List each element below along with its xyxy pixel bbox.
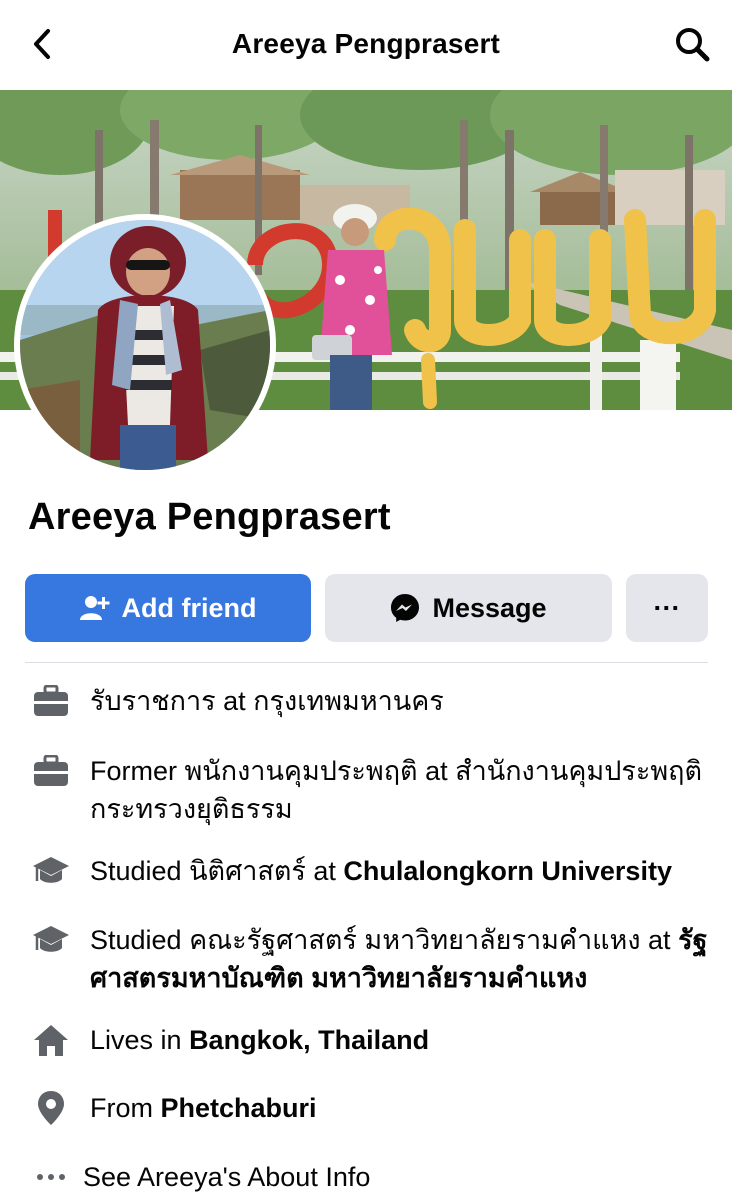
ellipsis-icon <box>32 1158 70 1196</box>
intro-work-place[interactable]: กรุงเทพมหานคร <box>253 686 444 716</box>
divider <box>25 662 708 663</box>
intro-work-prefix: Former พนักงานคุมประพฤติ at <box>90 756 456 786</box>
intro-from-prefix: From <box>90 1093 161 1123</box>
graduation-cap-icon <box>32 852 70 890</box>
intro-work-prefix: รับราชการ at <box>90 686 254 716</box>
message-label: Message <box>432 592 547 623</box>
top-bar: Areeya Pengprasert <box>0 0 732 90</box>
see-about-info-label: See Areeya's About Info <box>83 1162 371 1192</box>
more-options-button[interactable]: ··· <box>626 574 708 642</box>
search-icon <box>674 26 710 67</box>
profile-name: Areeya Pengprasert <box>28 496 391 538</box>
intro-education-prefix: Studied คณะรัฐศาสตร์ มหาวิทยาลัยรามคำแหง… <box>90 925 679 955</box>
profile-actions: Add friend Message ··· <box>25 574 708 642</box>
more-options-label: ··· <box>653 592 681 623</box>
intro-from-place[interactable]: Phetchaburi <box>161 1093 317 1123</box>
add-friend-button[interactable]: Add friend <box>25 574 311 642</box>
search-button[interactable] <box>670 24 714 68</box>
add-friend-label: Add friend <box>121 592 257 623</box>
location-pin-icon <box>32 1089 70 1127</box>
page-title: Areeya Pengprasert <box>231 28 501 59</box>
profile-picture[interactable] <box>14 214 276 476</box>
intro-lives-prefix: Lives in <box>90 1025 190 1055</box>
message-button[interactable]: Message <box>325 574 612 642</box>
add-person-icon <box>79 594 110 622</box>
intro-education-school[interactable]: Chulalongkorn University <box>343 856 672 886</box>
briefcase-icon <box>32 682 70 720</box>
graduation-cap-icon <box>32 921 70 959</box>
messenger-icon <box>390 593 420 623</box>
intro-education-prefix: Studied นิติศาสตร์ at <box>90 856 344 886</box>
intro-lives-place[interactable]: Bangkok, Thailand <box>189 1025 429 1055</box>
home-icon <box>32 1021 70 1059</box>
briefcase-icon <box>32 752 70 790</box>
